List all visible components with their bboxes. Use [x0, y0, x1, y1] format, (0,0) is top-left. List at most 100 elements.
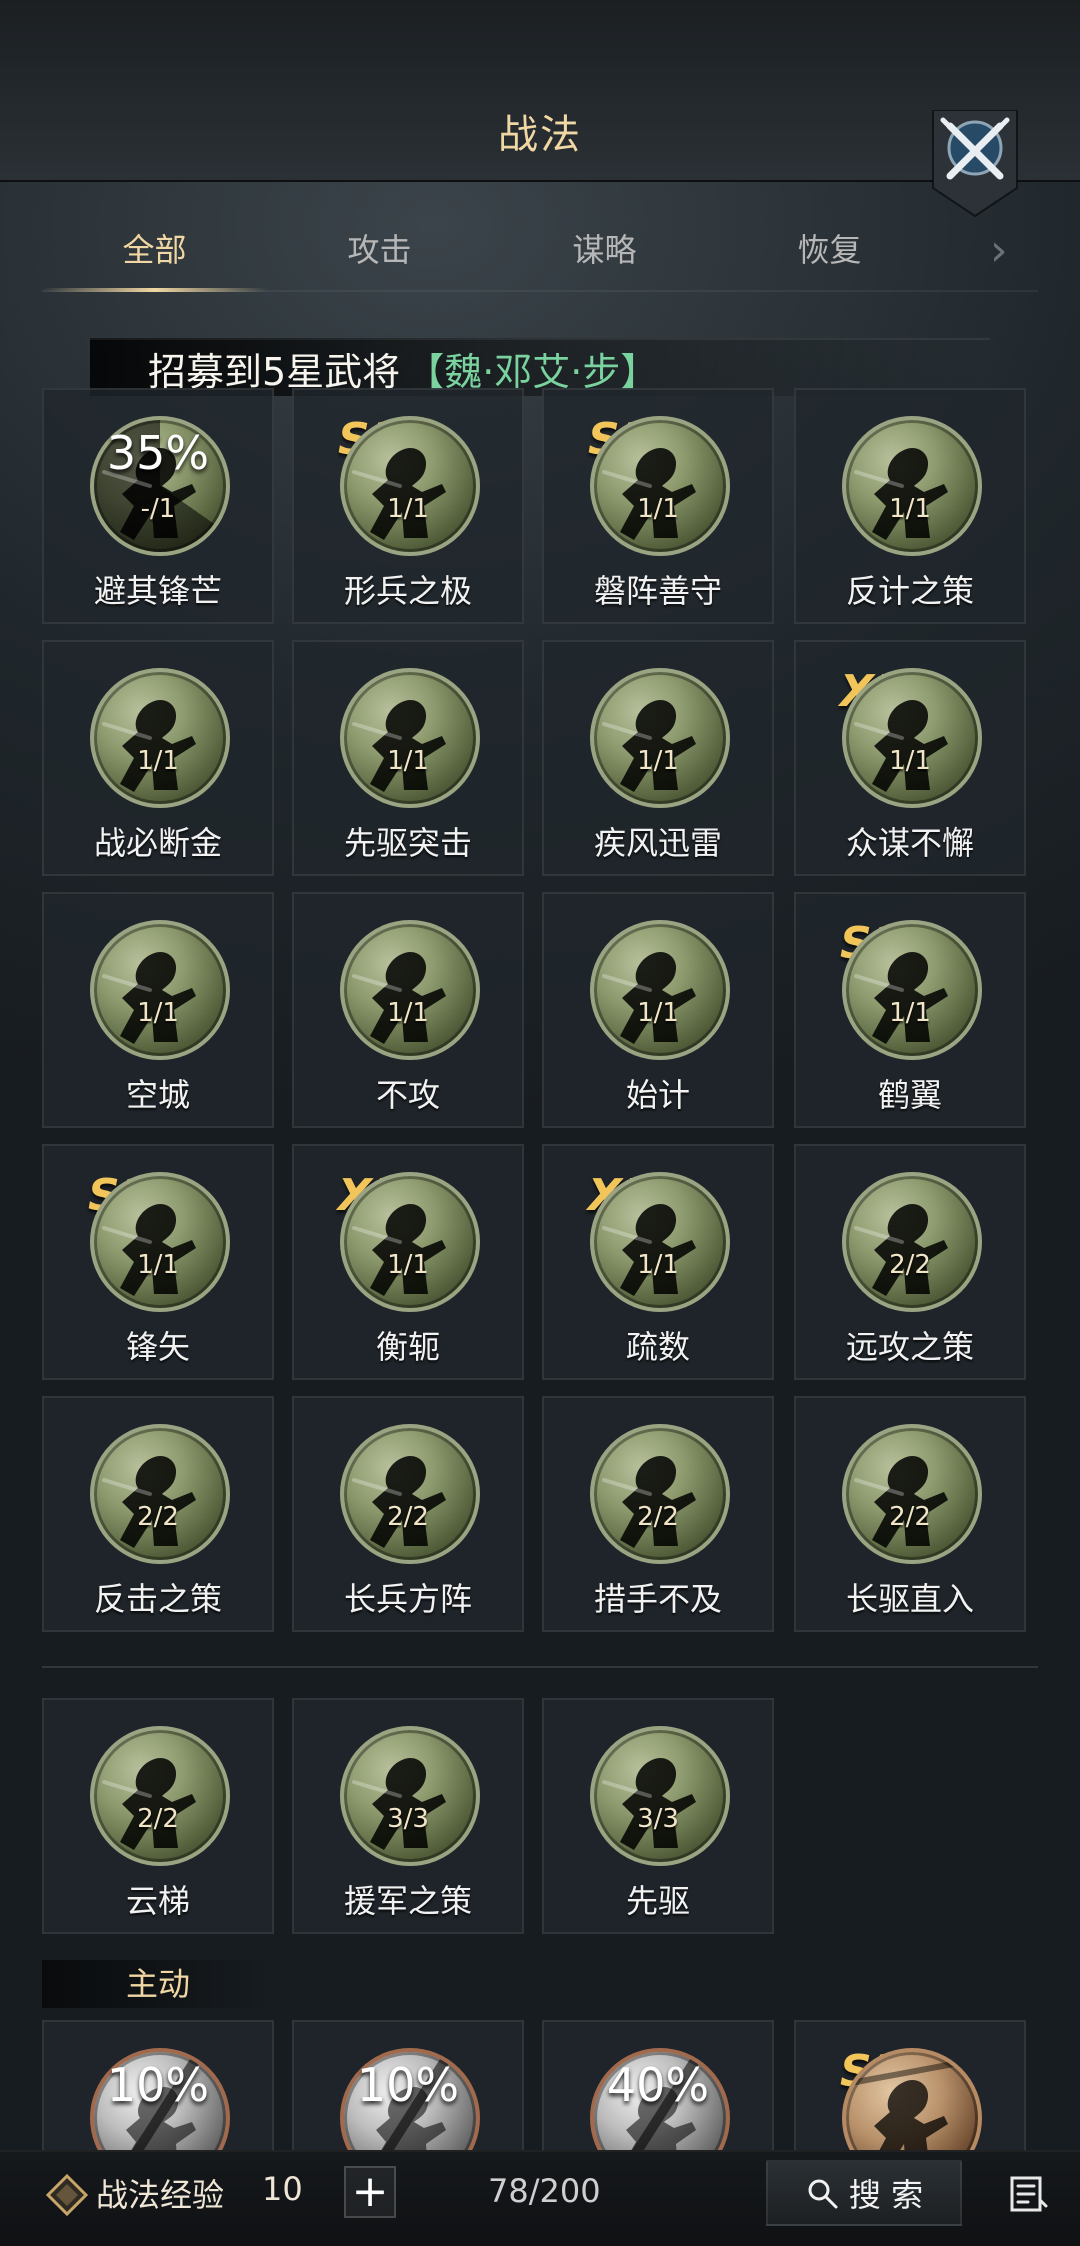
tactic-card[interactable]: S3 1/1 磐阵善守 — [542, 388, 774, 624]
tactic-emblem — [590, 1726, 730, 1866]
tactic-exp-label: 战法经验 — [96, 2176, 225, 2214]
tactic-count: 1/1 — [137, 746, 179, 776]
tactic-name: 措手不及 — [593, 1580, 722, 1618]
tactic-count: 1/1 — [889, 494, 931, 524]
tactic-name: 磐阵善守 — [593, 572, 722, 610]
warrior-silhouette-icon — [352, 699, 446, 792]
tab-recovery[interactable]: 恢复 — [717, 210, 942, 290]
tactic-card[interactable]: XP 1/1 众谋不懈 — [794, 640, 1026, 876]
chevron-right-icon[interactable]: › — [990, 228, 1020, 273]
tactic-count: 1/1 — [387, 746, 429, 776]
tactic-card[interactable]: 2/2 措手不及 — [542, 1396, 774, 1632]
tab-all[interactable]: 全部 — [42, 210, 267, 292]
tactic-card[interactable]: 2/2 云梯 — [42, 1698, 274, 1934]
tactic-card[interactable]: 1/1 反计之策 — [794, 388, 1026, 624]
section-divider — [42, 1666, 1038, 1668]
tactic-emblem — [590, 920, 730, 1060]
tactic-count: 1/1 — [889, 746, 931, 776]
close-button[interactable] — [925, 109, 1025, 220]
tactic-count: 1/1 — [637, 998, 679, 1028]
tactic-count: 1/1 — [637, 494, 679, 524]
tactic-name: 长驱直入 — [845, 1580, 974, 1618]
warrior-silhouette-icon — [854, 447, 948, 540]
warrior-silhouette-icon — [102, 699, 196, 792]
magnifier-icon — [808, 2179, 838, 2209]
tactic-card[interactable]: 2/2 长驱直入 — [794, 1396, 1026, 1632]
warrior-silhouette-icon — [602, 447, 696, 540]
tactic-card[interactable]: 35% -/1 避其锋芒 — [42, 388, 274, 624]
tactic-emblem — [590, 668, 730, 808]
tactic-emblem — [90, 1172, 230, 1312]
plus-icon: + — [351, 2166, 389, 2217]
tactic-emblem — [340, 668, 480, 808]
tactic-count: 2/2 — [889, 1502, 931, 1532]
tactic-emblem — [90, 920, 230, 1060]
tactic-card[interactable]: 2/2 长兵方阵 — [292, 1396, 524, 1632]
tactic-card[interactable]: 3/3 援军之策 — [292, 1698, 524, 1934]
tactic-emblem — [90, 1424, 230, 1564]
tactic-card[interactable]: XP 1/1 疏数 — [542, 1144, 774, 1380]
warrior-silhouette-icon — [602, 951, 696, 1044]
tactic-name: 形兵之极 — [343, 572, 472, 610]
tactic-emblem — [842, 416, 982, 556]
tactic-card[interactable]: 1/1 空城 — [42, 892, 274, 1128]
tactic-name: 反计之策 — [845, 572, 974, 610]
tactic-card[interactable]: S2 1/1 锋矢 — [42, 1144, 274, 1380]
tactic-card[interactable]: S2 1/1 鹤翼 — [794, 892, 1026, 1128]
tactic-card[interactable]: 1/1 战必断金 — [42, 640, 274, 876]
tactic-progress: 10% — [106, 2058, 210, 2112]
tab-attack[interactable]: 攻击 — [267, 210, 492, 290]
tactic-emblem — [842, 668, 982, 808]
tactic-emblem — [590, 416, 730, 556]
tab-strategy[interactable]: 谋略 — [492, 210, 717, 290]
tactic-count-total: 78/200 — [488, 2172, 601, 2210]
tactic-emblem — [340, 920, 480, 1060]
list-icon[interactable] — [1006, 2172, 1050, 2216]
tactic-count: 2/2 — [637, 1502, 679, 1532]
tactic-emblem — [842, 1424, 982, 1564]
tactic-count: 2/2 — [889, 1250, 931, 1280]
tactic-name: 衡轭 — [375, 1328, 440, 1366]
category-tabs: 全部 攻击 谋略 恢复 › — [42, 210, 1038, 292]
tactic-name: 锋矢 — [125, 1328, 190, 1366]
add-exp-button[interactable]: + — [344, 2166, 396, 2218]
warrior-silhouette-icon — [102, 1757, 196, 1850]
tactic-emblem — [90, 668, 230, 808]
tactic-card[interactable]: 2/2 反击之策 — [42, 1396, 274, 1632]
tactic-count: 3/3 — [637, 1804, 679, 1834]
tactic-count: -/1 — [140, 494, 176, 524]
tactic-card[interactable]: 1/1 不攻 — [292, 892, 524, 1128]
tactic-card[interactable]: XP 1/1 衡轭 — [292, 1144, 524, 1380]
tactic-card[interactable]: 1/1 疾风迅雷 — [542, 640, 774, 876]
tactic-emblem — [90, 1726, 230, 1866]
warrior-silhouette-icon — [102, 1455, 196, 1548]
tactic-exp-value: 10 — [262, 2170, 303, 2208]
tactic-count: 1/1 — [137, 998, 179, 1028]
tactic-name: 战必断金 — [93, 824, 222, 862]
tactic-card[interactable]: 3/3 先驱 — [542, 1698, 774, 1934]
tactic-name: 云梯 — [125, 1882, 190, 1920]
warrior-silhouette-icon — [602, 1455, 696, 1548]
top-header: 战法 — [0, 0, 1080, 218]
tactic-name: 远攻之策 — [845, 1328, 974, 1366]
tactic-name: 不攻 — [375, 1076, 440, 1114]
tactic-count: 1/1 — [889, 998, 931, 1028]
warrior-silhouette-icon — [854, 951, 948, 1044]
section-title-active: 主动 — [42, 1960, 274, 2008]
tactic-card[interactable]: 2/2 远攻之策 — [794, 1144, 1026, 1380]
tactic-name: 先驱 — [625, 1882, 690, 1920]
tactic-name: 疾风迅雷 — [593, 824, 722, 862]
tactic-name: 疏数 — [625, 1328, 690, 1366]
warrior-silhouette-icon — [102, 951, 196, 1044]
search-label: 搜 索 — [848, 2176, 924, 2214]
tactic-count: 1/1 — [637, 746, 679, 776]
search-button[interactable]: 搜 索 — [766, 2160, 962, 2226]
tactic-name: 始计 — [625, 1076, 690, 1114]
tactic-progress: 40% — [606, 2058, 710, 2112]
tactic-emblem — [340, 416, 480, 556]
tactic-name: 空城 — [125, 1076, 190, 1114]
tactic-card[interactable]: 1/1 始计 — [542, 892, 774, 1128]
tactic-card[interactable]: 1/1 先驱突击 — [292, 640, 524, 876]
tactic-emblem — [842, 1172, 982, 1312]
tactic-card[interactable]: S3 1/1 形兵之极 — [292, 388, 524, 624]
